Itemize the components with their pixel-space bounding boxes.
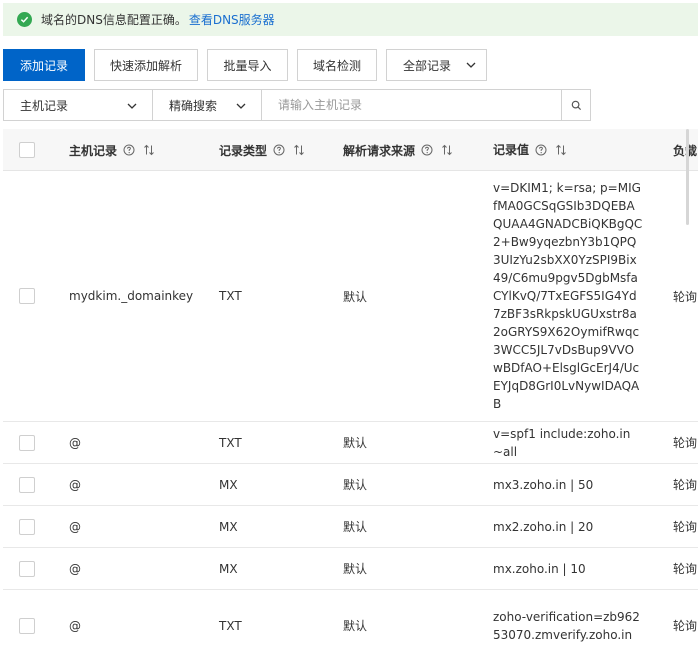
- record-filter-dropdown[interactable]: 全部记录: [386, 49, 487, 81]
- row-value: v=spf1 include:zoho.in ~all: [493, 426, 631, 459]
- row-source: 默认: [343, 520, 368, 534]
- row-type: TXT: [219, 435, 242, 450]
- row-value: mx.zoho.in | 10: [493, 561, 586, 576]
- row-value: mx2.zoho.in | 20: [493, 519, 594, 534]
- table-row: mydkim._domainkey TXT 默认 v=DKIM1; k=rsa;…: [3, 171, 698, 422]
- table-row: @ MX 默认 mx.zoho.in | 10 轮询: [3, 548, 698, 590]
- table-row: @ TXT 默认 v=spf1 include:zoho.in ~all 轮询: [3, 422, 698, 464]
- domain-check-button[interactable]: 域名检测: [297, 49, 377, 81]
- record-filter-label: 全部记录: [403, 58, 452, 73]
- header-host-label: 主机记录: [69, 143, 118, 158]
- help-circle-icon[interactable]: [273, 144, 285, 156]
- row-host: @: [69, 477, 81, 492]
- row-checkbox[interactable]: [19, 518, 35, 535]
- header-host: 主机记录: [69, 129, 155, 171]
- row-extra: 轮询: [673, 436, 698, 450]
- row-source: 默认: [343, 619, 368, 633]
- row-type: MX: [219, 561, 238, 576]
- row-source: 默认: [343, 436, 368, 450]
- banner-message: 域名的DNS信息配置正确。: [41, 13, 187, 27]
- row-extra: 轮询: [673, 520, 698, 534]
- table-row: @ MX 默认 mx2.zoho.in | 20 轮询: [3, 506, 698, 548]
- table-scrollbar[interactable]: [686, 129, 689, 225]
- sort-icon[interactable]: [143, 144, 155, 156]
- row-value: zoho-verification=zb96253070.zmverify.zo…: [493, 609, 640, 642]
- row-extra: 轮询: [673, 619, 698, 633]
- dns-status-banner: 域名的DNS信息配置正确。 查看DNS服务器: [3, 3, 698, 36]
- check-circle-icon: [17, 12, 32, 27]
- row-host: @: [69, 618, 81, 633]
- search-field-select[interactable]: 主机记录: [3, 89, 153, 121]
- header-source: 解析请求来源: [343, 129, 453, 171]
- view-dns-servers-link[interactable]: 查看DNS服务器: [189, 11, 275, 28]
- row-source: 默认: [343, 289, 368, 304]
- search-mode-select[interactable]: 精确搜索: [152, 89, 262, 121]
- table-row: @ TXT 默认 zoho-verification=zb96253070.zm…: [3, 590, 698, 658]
- table-header: 主机记录 记录类型 解析请求来源 记录值 负载: [3, 129, 698, 171]
- table-row: @ MX 默认 mx3.zoho.in | 50 轮询: [3, 464, 698, 506]
- search-input[interactable]: [261, 89, 562, 121]
- header-type-label: 记录类型: [219, 143, 268, 158]
- quick-add-button[interactable]: 快速添加解析: [94, 49, 198, 81]
- chevron-down-icon: [235, 100, 247, 112]
- help-circle-icon[interactable]: [535, 144, 547, 156]
- add-record-button[interactable]: 添加记录: [3, 49, 85, 81]
- header-value-label: 记录值: [493, 143, 530, 157]
- sort-icon[interactable]: [441, 144, 453, 156]
- header-extra-label: 负载: [673, 143, 698, 158]
- select-all-checkbox[interactable]: [19, 142, 35, 158]
- row-extra: 轮询: [673, 478, 698, 492]
- header-value: 记录值: [493, 129, 643, 171]
- help-circle-icon[interactable]: [123, 144, 135, 156]
- row-checkbox[interactable]: [19, 617, 35, 634]
- search-icon: [571, 100, 582, 111]
- toolbar: 添加记录 快速添加解析 批量导入 域名检测 全部记录: [3, 49, 487, 81]
- search-button[interactable]: [561, 89, 591, 121]
- header-source-label: 解析请求来源: [343, 143, 416, 158]
- row-source: 默认: [343, 478, 368, 492]
- row-host: @: [69, 519, 81, 534]
- search-bar: 主机记录 精确搜索: [3, 89, 591, 121]
- row-checkbox[interactable]: [19, 476, 35, 493]
- row-extra: 轮询: [673, 562, 698, 576]
- row-checkbox[interactable]: [19, 288, 35, 304]
- sort-icon[interactable]: [555, 144, 567, 156]
- chevron-down-icon: [465, 59, 477, 71]
- row-type: TXT: [219, 618, 242, 633]
- header-type: 记录类型: [219, 129, 305, 171]
- row-source: 默认: [343, 562, 368, 576]
- row-type: TXT: [219, 289, 242, 303]
- row-value: mx3.zoho.in | 50: [493, 477, 594, 492]
- search-mode-label: 精确搜索: [169, 98, 218, 113]
- row-host: mydkim._domainkey: [69, 289, 194, 303]
- row-type: MX: [219, 519, 238, 534]
- row-checkbox[interactable]: [19, 560, 35, 577]
- help-circle-icon[interactable]: [421, 144, 433, 156]
- sort-icon[interactable]: [293, 144, 305, 156]
- row-type: MX: [219, 477, 238, 492]
- row-checkbox[interactable]: [19, 434, 35, 451]
- batch-import-button[interactable]: 批量导入: [207, 49, 288, 81]
- dns-records-table: 主机记录 记录类型 解析请求来源 记录值 负载 mydkim._domainke…: [3, 129, 698, 658]
- row-value: v=DKIM1; k=rsa; p=MIGfMA0GCSqGSIb3DQEBAQ…: [493, 181, 643, 411]
- chevron-down-icon: [126, 100, 138, 112]
- row-host: @: [69, 561, 81, 576]
- row-host: @: [69, 435, 81, 450]
- search-field-label: 主机记录: [20, 98, 69, 113]
